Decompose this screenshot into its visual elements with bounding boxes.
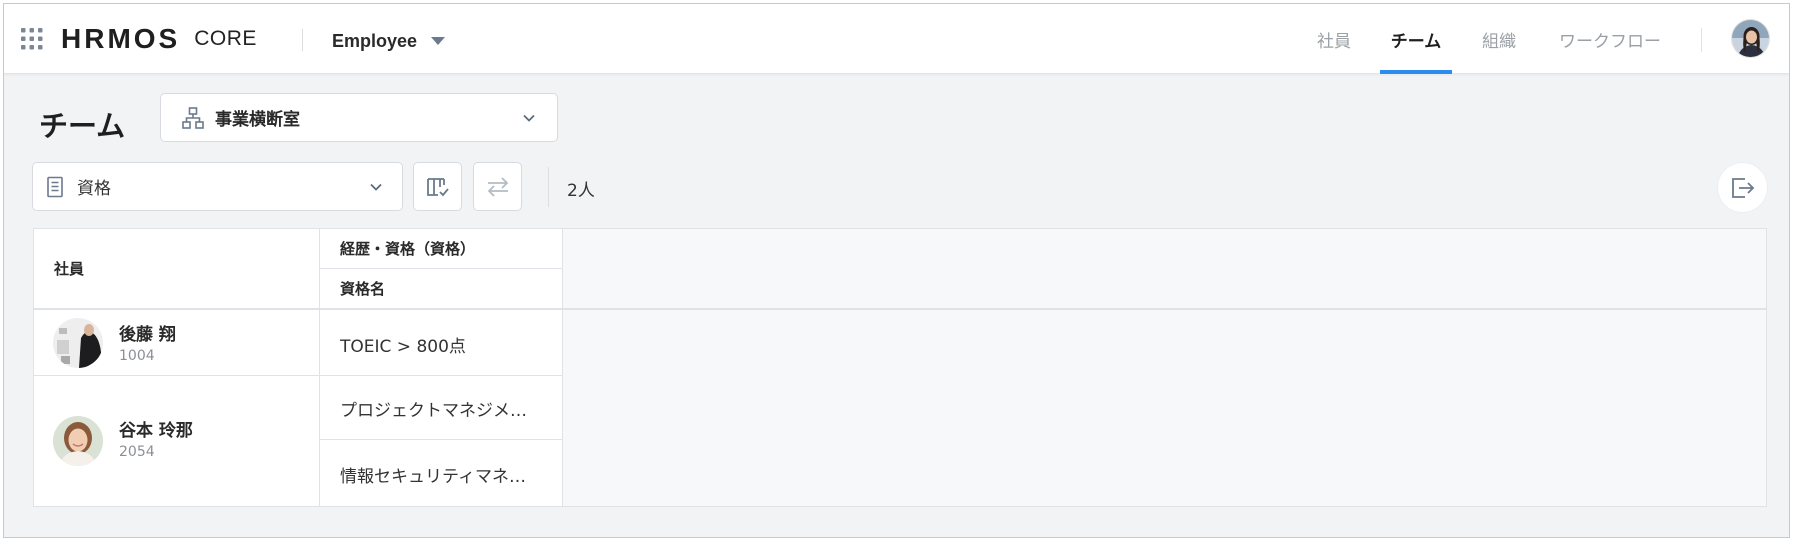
caret-down-icon	[431, 37, 446, 45]
document-icon	[47, 176, 63, 197]
product-label: Employee	[332, 30, 418, 51]
nav-workflow[interactable]: ワークフロー	[1550, 4, 1670, 74]
chevron-down-icon	[370, 183, 382, 191]
employee-id: 2054	[119, 444, 155, 460]
team-table: 社員 経歴・資格（資格） 資格名 後藤 翔 1004 TOEIC > 800点 …	[33, 228, 1767, 507]
hrmos-logo[interactable]: HRMOS CORE	[61, 23, 257, 54]
swap-button[interactable]	[473, 162, 522, 211]
table-row[interactable]: 後藤 翔 1004	[34, 310, 319, 375]
org-chart-icon	[182, 106, 204, 129]
column-group-header: 経歴・資格（資格）	[320, 229, 562, 268]
qualification-name: 情報セキュリティマネ…	[340, 467, 526, 487]
nav-divider	[1701, 28, 1702, 52]
grid-line	[320, 439, 562, 440]
grid-line	[562, 229, 563, 506]
avatar	[53, 416, 103, 466]
grid-line	[319, 229, 320, 506]
nav-employees[interactable]: 社員	[1304, 4, 1364, 74]
qualification-name: TOEIC > 800点	[340, 337, 466, 357]
nav-organization[interactable]: 組織	[1472, 4, 1526, 74]
org-selector-label: 事業横断室	[215, 110, 300, 130]
app-window: HRMOS CORE Employee 社員 チーム 組織 ワークフロー チーム	[3, 3, 1790, 538]
logo-main: HRMOS	[61, 23, 181, 54]
employee-id: 1004	[119, 348, 155, 364]
top-header: HRMOS CORE Employee 社員 チーム 組織 ワークフロー	[4, 4, 1789, 74]
swap-arrows-icon	[487, 176, 508, 197]
grid-line	[320, 268, 562, 269]
table-cell: 情報セキュリティマネ…	[320, 440, 562, 506]
header-divider	[302, 29, 303, 51]
column-header-qualification[interactable]: 資格名	[320, 269, 562, 308]
view-selector-label: 資格	[77, 179, 111, 199]
employee-name[interactable]: 谷本 玲那	[119, 416, 193, 441]
table-cell: TOEIC > 800点	[320, 310, 562, 375]
logo-sub: CORE	[194, 27, 257, 50]
grid-line	[34, 375, 562, 376]
product-switcher[interactable]: Employee	[332, 29, 446, 53]
column-check-icon	[426, 177, 449, 196]
nav-team[interactable]: チーム	[1380, 4, 1452, 74]
app-grid-icon[interactable]	[21, 28, 43, 50]
chevron-down-icon	[523, 114, 535, 122]
column-header-qualification-label: 資格名	[340, 280, 386, 298]
page-title: チーム	[39, 109, 126, 143]
toolbar-divider	[548, 167, 549, 207]
column-header-employee-label: 社員	[54, 260, 85, 278]
user-avatar[interactable]	[1731, 19, 1770, 58]
org-selector[interactable]: 事業横断室	[160, 93, 558, 142]
avatar	[53, 318, 103, 368]
export-icon	[1731, 177, 1754, 198]
member-count: 2人	[567, 181, 595, 201]
column-settings-button[interactable]	[413, 162, 462, 211]
column-group-label: 経歴・資格（資格）	[340, 240, 476, 258]
header-separator	[34, 308, 1766, 310]
qualification-name: プロジェクトマネジメ…	[340, 401, 527, 421]
table-row[interactable]: 谷本 玲那 2054	[34, 376, 319, 506]
table-cell: プロジェクトマネジメ…	[320, 376, 562, 439]
column-header-employee[interactable]: 社員	[34, 229, 319, 308]
view-selector[interactable]: 資格	[32, 162, 403, 211]
employee-name[interactable]: 後藤 翔	[119, 320, 176, 345]
export-button[interactable]	[1718, 163, 1767, 212]
